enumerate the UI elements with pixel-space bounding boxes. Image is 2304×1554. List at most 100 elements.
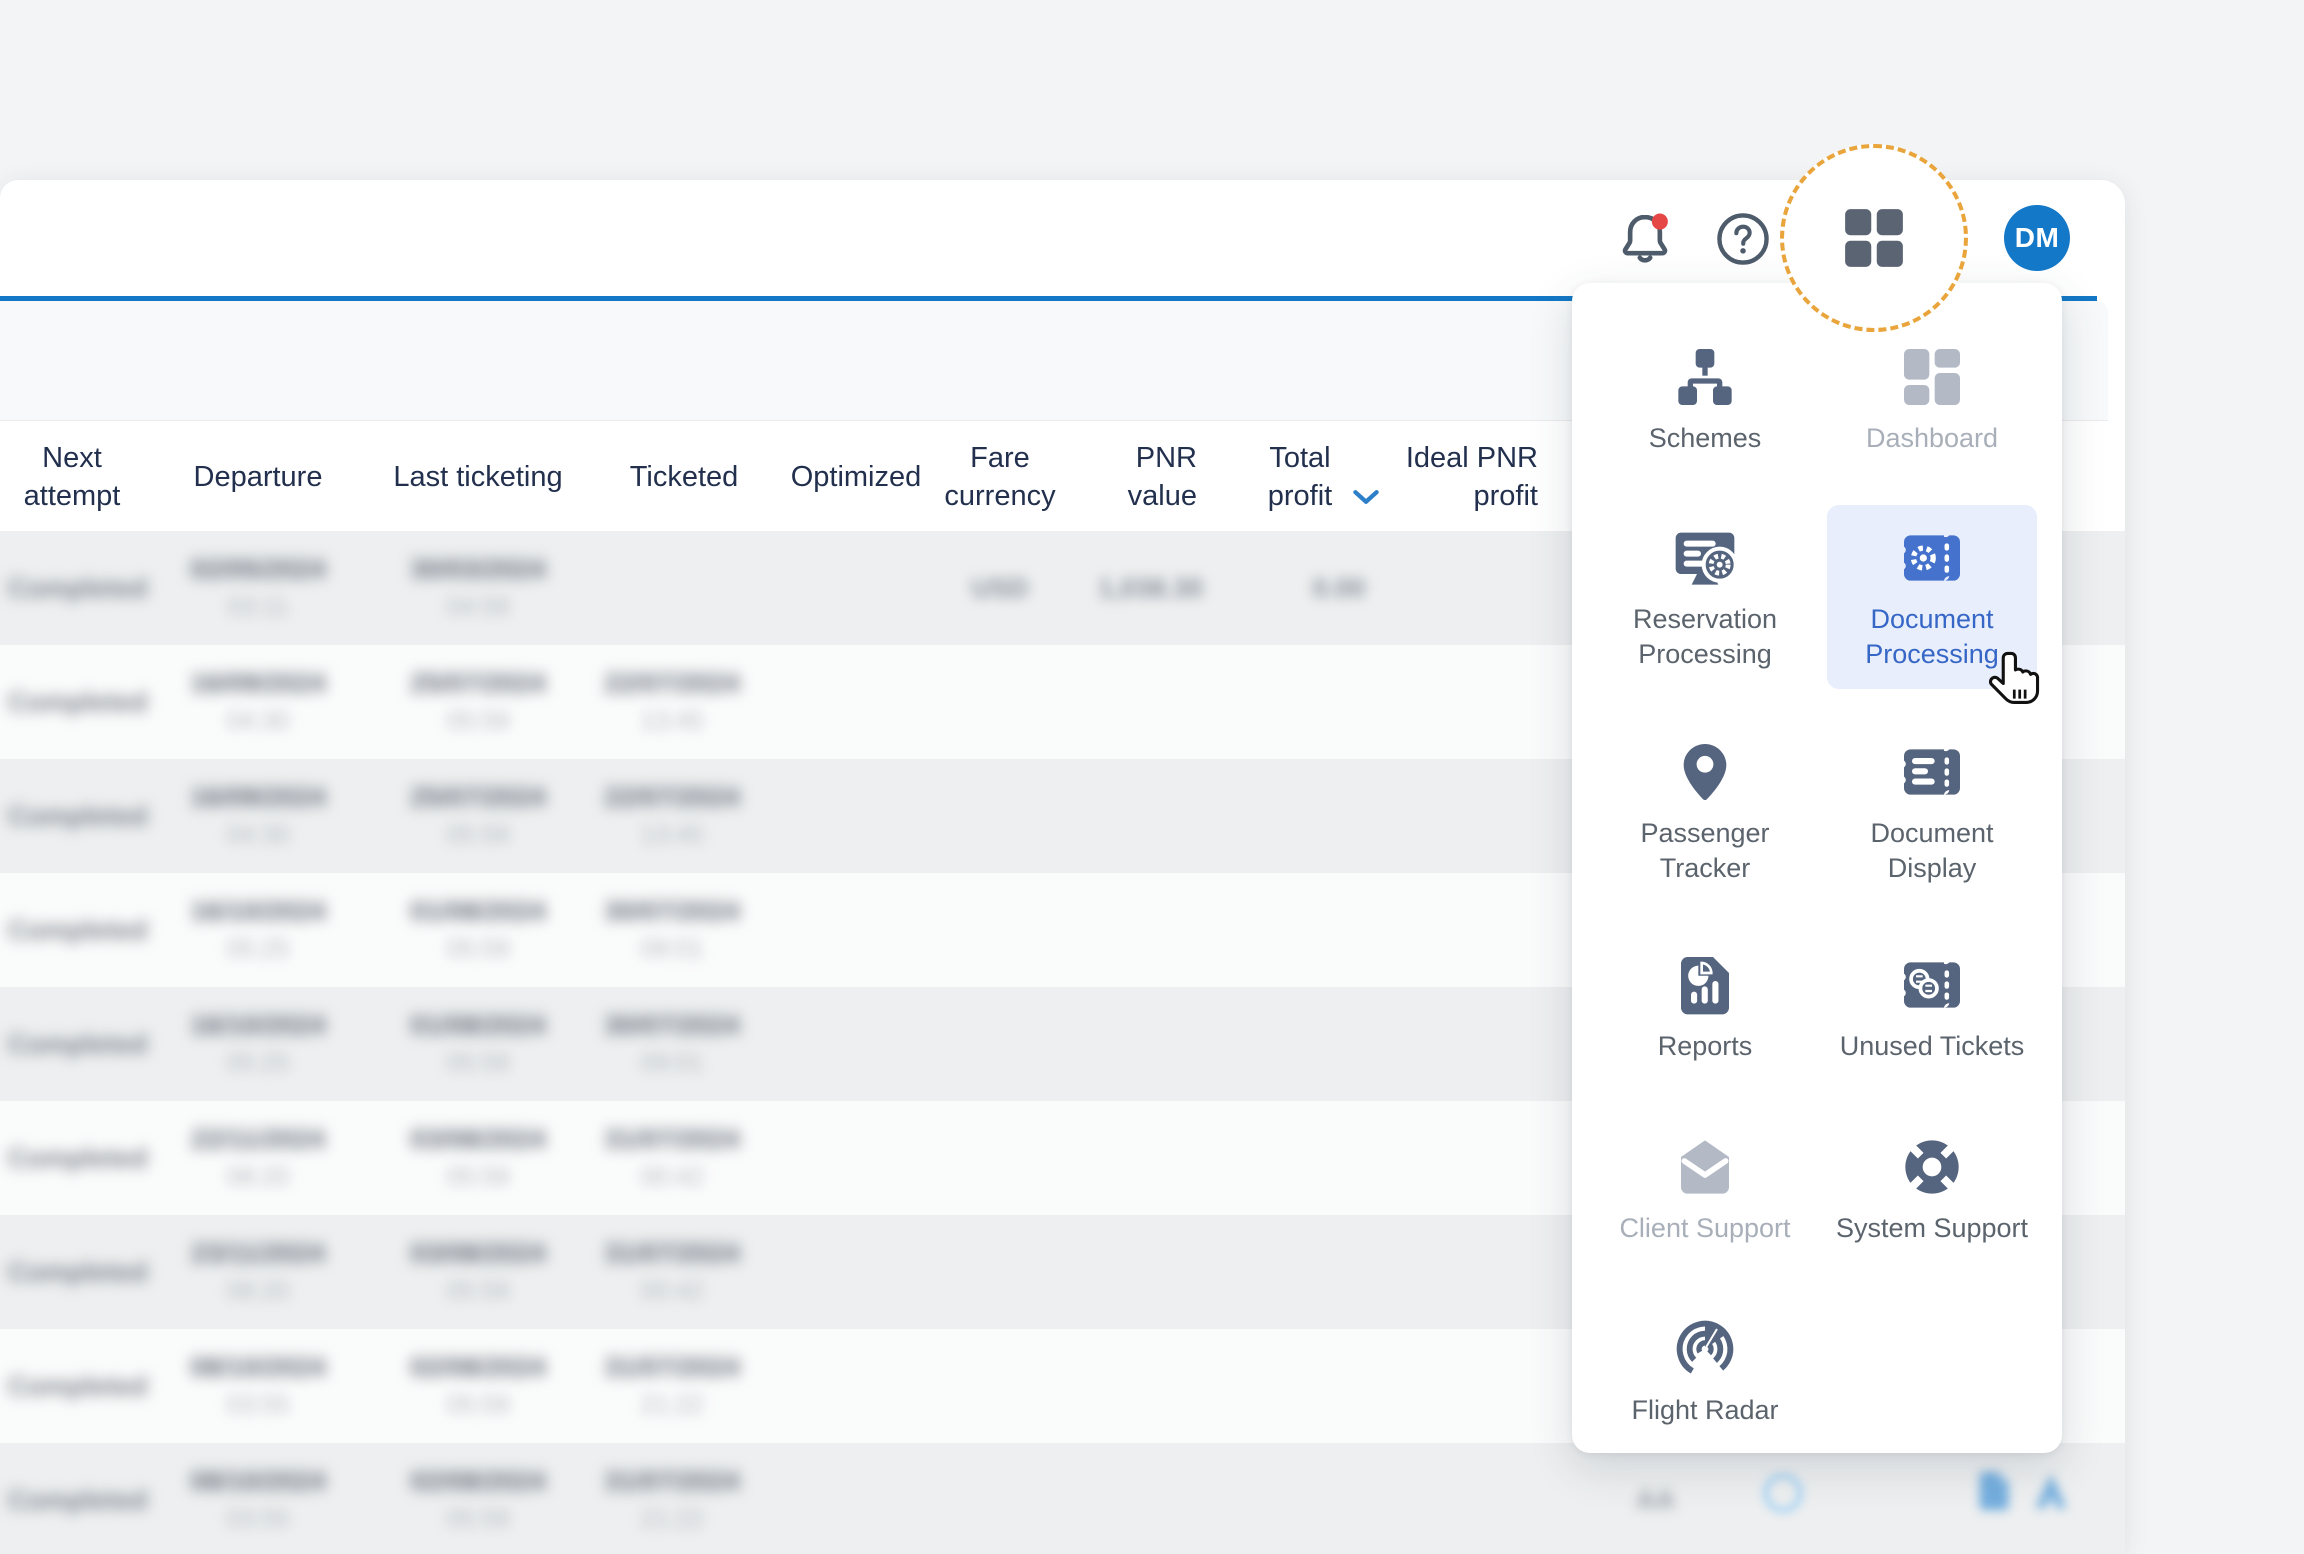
cell-date: 31/07/2024	[604, 1124, 740, 1154]
cell-date: 08/10/2024	[190, 1352, 326, 1382]
column-header-next-attempt[interactable]: Next attempt	[0, 422, 172, 531]
column-header-line: Next	[42, 441, 102, 474]
cell-date: 16/10/2024	[190, 896, 326, 926]
app-menu-item-unused-tickets[interactable]: Unused Tickets	[1827, 932, 2037, 1116]
user-avatar[interactable]: DM	[2004, 205, 2070, 271]
cell-date: 23/11/2024	[191, 1238, 325, 1268]
envelope-icon	[1673, 1135, 1737, 1199]
notifications-button[interactable]	[1612, 206, 1678, 272]
cell-date: 25/07/2024	[410, 782, 546, 812]
cell-last-ticketing: 03/08/2024 05:59	[388, 1215, 568, 1329]
cell-departure: 16/10/2024 05:25	[168, 987, 348, 1101]
cell-time: 04:30	[226, 707, 290, 735]
help-icon	[1717, 213, 1769, 265]
app-menu-item-system-support[interactable]: System Support	[1827, 1114, 2037, 1298]
cell-date: 30/07/2024	[604, 896, 740, 926]
cell-value: Completed	[8, 686, 148, 717]
column-header-line: Ticketed	[629, 460, 739, 493]
cell-date: 02/05/2024	[190, 554, 326, 584]
column-header-line: value	[1127, 479, 1197, 512]
app-menu-item-flight-radar[interactable]: Flight Radar	[1600, 1296, 1810, 1480]
mouse-cursor-pointer	[1986, 648, 2048, 715]
cell-date: 22/11/2024	[191, 1124, 325, 1154]
sitemap-icon	[1673, 345, 1737, 409]
cell-time: 04:30	[226, 821, 290, 849]
cell-status: Completed	[8, 759, 158, 873]
cell-last-ticketing: 03/08/2024 05:59	[388, 1101, 568, 1215]
column-header-departure[interactable]: Departure	[158, 422, 358, 531]
cell-ticketed: 30/07/2024 09:01	[582, 873, 762, 987]
cell-ticketed: 22/07/2024 13:45	[582, 759, 762, 873]
cell-last-ticketing: 25/07/2024 05:59	[388, 759, 568, 873]
cell-departure: 16/09/2024 04:30	[168, 759, 348, 873]
apps-launcher-button[interactable]	[1840, 204, 1908, 272]
cell-value: Completed	[8, 1484, 148, 1515]
cell-time: 05:59	[446, 707, 510, 735]
cell-status: Completed	[8, 1329, 158, 1443]
cell-time: 00:42	[640, 1163, 704, 1191]
cell-time: 21:22	[640, 1391, 704, 1419]
cell-last-ticketing: 02/08/2024 05:59	[388, 1329, 568, 1443]
cell-time: 05:59	[446, 935, 510, 963]
cell-value: Completed	[8, 1256, 148, 1287]
cell-time: 05:25	[226, 1049, 290, 1077]
cell-status: Completed	[8, 873, 158, 987]
cell-time: 21:22	[640, 1505, 704, 1533]
app-menu-item-reservation-processing[interactable]: Reservation Processing	[1600, 505, 1810, 689]
cell-departure: 22/11/2024 08:20	[168, 1101, 348, 1215]
app-menu-item-schemes[interactable]: Schemes	[1600, 324, 1810, 508]
cell-value: Completed	[8, 800, 148, 831]
cell-date: 16/09/2024	[190, 782, 326, 812]
column-header-ticketed[interactable]: Ticketed	[584, 422, 784, 531]
cell-departure: 08/10/2024 03:55	[168, 1443, 348, 1554]
monitor-gear-icon	[1673, 526, 1737, 590]
cell-departure: 16/10/2024 05:25	[168, 873, 348, 987]
app-menu-item-document-display[interactable]: Document Display	[1827, 719, 2037, 903]
cell-last-ticketing: 01/08/2024 05:59	[388, 873, 568, 987]
cell-value: Completed	[8, 914, 148, 945]
cell-date: 16/10/2024	[190, 1010, 326, 1040]
cell-value: Completed	[8, 572, 148, 603]
app-menu-item-label: Reports	[1657, 1031, 1753, 1061]
column-header-ideal-pnr-profit[interactable]: Ideal PNR profit	[1338, 422, 1538, 531]
column-header-line: attempt	[23, 479, 121, 512]
cell-date: 31/07/2024	[604, 1238, 740, 1268]
app-menu-item-reports[interactable]: Reports	[1600, 932, 1810, 1116]
app-menu-item-label: Dashboard	[1865, 423, 1999, 453]
app-menu-item-passenger-tracker[interactable]: Passenger Tracker	[1600, 719, 1810, 903]
cell-value: Completed	[8, 1142, 148, 1173]
cell-departure: 16/09/2024 04:30	[168, 645, 348, 759]
radar-icon	[1673, 1317, 1737, 1381]
cell-date: 31/07/2024	[604, 1352, 740, 1382]
document-icon[interactable]	[1972, 1468, 2018, 1519]
cell-date: 03/08/2024	[410, 1124, 546, 1154]
column-header-line: PNR	[1135, 441, 1197, 474]
cell-date: 30/03/2024	[410, 554, 546, 584]
app-menu-item-label: Client Support	[1619, 1213, 1791, 1243]
app-menu-item-label: Flight Radar	[1631, 1395, 1779, 1425]
cell-time: 05:59	[446, 1163, 510, 1191]
cell-date: 08/10/2024	[190, 1466, 326, 1496]
cell-ticketed: 22/07/2024 13:45	[582, 645, 762, 759]
ticket-lines-icon	[1900, 740, 1964, 804]
app-menu-item-label: System Support	[1835, 1213, 2029, 1243]
cell-ticketed: 31/07/2024 00:42	[582, 1101, 762, 1215]
cell-date: 01/08/2024	[410, 896, 546, 926]
cell-date: 02/08/2024	[410, 1466, 546, 1496]
map-pin-icon	[1673, 740, 1737, 804]
ticket-coins-icon	[1900, 953, 1964, 1017]
cell-status: Completed	[8, 1215, 158, 1329]
cell-date: 22/07/2024	[604, 782, 740, 812]
bell-icon	[1622, 213, 1668, 263]
column-header-pnr-value[interactable]: PNR value	[997, 422, 1197, 531]
app-menu-item-dashboard: Dashboard	[1827, 324, 2037, 508]
column-header-last-ticketing[interactable]: Last ticketing	[378, 422, 578, 531]
cell-departure: 02/05/2024 03:11	[168, 531, 348, 645]
cell-status: Completed	[8, 531, 158, 645]
help-button[interactable]	[1712, 208, 1774, 270]
flag-icon[interactable]	[2028, 1468, 2074, 1519]
cell-status: Completed	[8, 987, 158, 1101]
cell-time: 03:55	[226, 1391, 290, 1419]
cell-total-profit: 0.00	[1195, 531, 1365, 645]
app-menu-item-client-support: Client Support	[1600, 1114, 1810, 1298]
